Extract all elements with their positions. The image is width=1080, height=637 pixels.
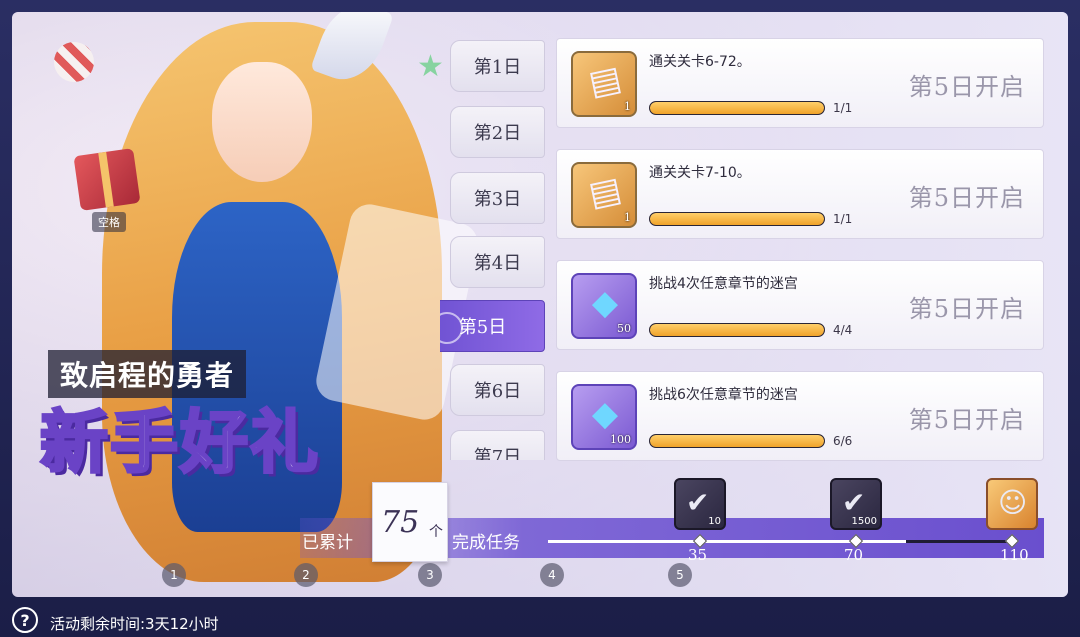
reward-item[interactable]: ▤ 1 — [571, 51, 637, 117]
task-progress-fill — [650, 213, 824, 225]
milestone-reward-count: 10 — [708, 516, 721, 527]
task-status: 第5日开启 — [908, 295, 1025, 323]
task-card: ▤ 1 通关关卡7-10。 1/1 第5日开启 — [556, 149, 1044, 239]
task-progress-bar — [649, 323, 825, 337]
task-progress-fill — [650, 102, 824, 114]
milestone-reward[interactable]: ☺ — [986, 478, 1038, 530]
hero-portrait-icon: ☺ — [998, 486, 1028, 519]
task-progress-text: 1/1 — [833, 212, 853, 226]
hero-face — [212, 62, 312, 182]
page-dot-2[interactable]: 2 — [294, 563, 318, 587]
tab-day-5[interactable]: 第5日 — [440, 300, 545, 352]
tab-day-3[interactable]: 第3日 — [450, 172, 545, 224]
task-progress-text: 4/4 — [833, 323, 853, 337]
task-card: ▤ 1 通关关卡6-72。 1/1 第5日开启 — [556, 38, 1044, 128]
diamond-icon: ◆ — [591, 283, 619, 323]
ball-icon — [54, 42, 94, 82]
reward-item[interactable]: ◆ 100 — [571, 384, 637, 450]
event-title: 新手好礼 — [38, 403, 321, 485]
task-status: 第5日开启 — [908, 406, 1025, 434]
footer-bar: ? 活动剩余时间:3天12小时 — [0, 600, 1080, 637]
task-progress-text: 6/6 — [833, 434, 853, 448]
reward-item[interactable]: ▤ 1 — [571, 162, 637, 228]
tab-day-1[interactable]: 第1日 — [450, 40, 545, 92]
tab-day-6[interactable]: 第6日 — [450, 364, 545, 416]
help-icon[interactable]: ? — [12, 607, 38, 633]
page-dot-3[interactable]: 3 — [418, 563, 442, 587]
task-progress-bar — [649, 212, 825, 226]
checkmark-badge-icon: ✔ — [686, 486, 710, 519]
page-dot-4[interactable]: 4 — [540, 563, 564, 587]
task-card: ◆ 100 挑战6次任意章节的迷宫 6/6 第5日开启 — [556, 371, 1044, 461]
milestone-reward-count: 1500 — [851, 516, 877, 527]
ticket-icon: ▤ — [585, 169, 625, 215]
milestone-track — [548, 540, 1014, 543]
gift-box-icon — [73, 148, 141, 211]
milestone-track-remaining — [906, 540, 1014, 543]
reward-quantity: 1 — [624, 211, 631, 224]
task-name: 通关关卡6-72。 — [649, 54, 751, 70]
milestone-value: 35 — [688, 546, 708, 564]
tab-day-2[interactable]: 第2日 — [450, 106, 545, 158]
ticket-icon: ▤ — [585, 58, 625, 104]
reward-quantity: 1 — [624, 100, 631, 113]
page-dot-1[interactable]: 1 — [162, 563, 186, 587]
page-dot-5[interactable]: 5 — [668, 563, 692, 587]
milestone-reward[interactable]: ✔ 1500 — [830, 478, 882, 530]
task-progress-fill — [650, 324, 824, 336]
task-name: 通关关卡7-10。 — [649, 165, 751, 181]
accumulated-unit: 个 — [429, 524, 443, 540]
task-status: 第5日开启 — [908, 73, 1025, 101]
accumulated-count-box: 75 个 — [372, 482, 448, 562]
tab-day-4[interactable]: 第4日 — [450, 236, 545, 288]
accumulated-count: 75 — [381, 505, 420, 540]
reward-quantity: 100 — [610, 433, 631, 446]
task-card: ◆ 50 挑战4次任意章节的迷宫 4/4 第5日开启 — [556, 260, 1044, 350]
diamond-icon: ◆ — [591, 394, 619, 434]
task-progress-fill — [650, 435, 824, 447]
time-remaining: 活动剩余时间:3天12小时 — [50, 615, 219, 633]
task-progress-bar — [649, 101, 825, 115]
task-progress-text: 1/1 — [833, 101, 853, 115]
milestone-value: 70 — [844, 546, 864, 564]
task-progress-bar — [649, 434, 825, 448]
day-tab-list: 第1日第2日第3日第4日第5日第6日第7日 — [440, 40, 550, 460]
tab-day-7[interactable]: 第7日 — [450, 430, 545, 460]
hotkey-hint: 空格 — [92, 212, 126, 232]
task-name: 挑战4次任意章节的迷宫 — [649, 276, 798, 292]
reward-quantity: 50 — [617, 322, 631, 335]
checkmark-badge-icon: ✔ — [842, 486, 866, 519]
task-name: 挑战6次任意章节的迷宫 — [649, 387, 798, 403]
reward-item[interactable]: ◆ 50 — [571, 273, 637, 339]
milestone-reward[interactable]: ✔ 10 — [674, 478, 726, 530]
task-status: 第5日开启 — [908, 184, 1025, 212]
completed-tasks-label: 完成任务 — [452, 533, 520, 553]
milestone-value: 110 — [1000, 546, 1029, 564]
accumulated-label: 已累计 — [302, 533, 353, 553]
